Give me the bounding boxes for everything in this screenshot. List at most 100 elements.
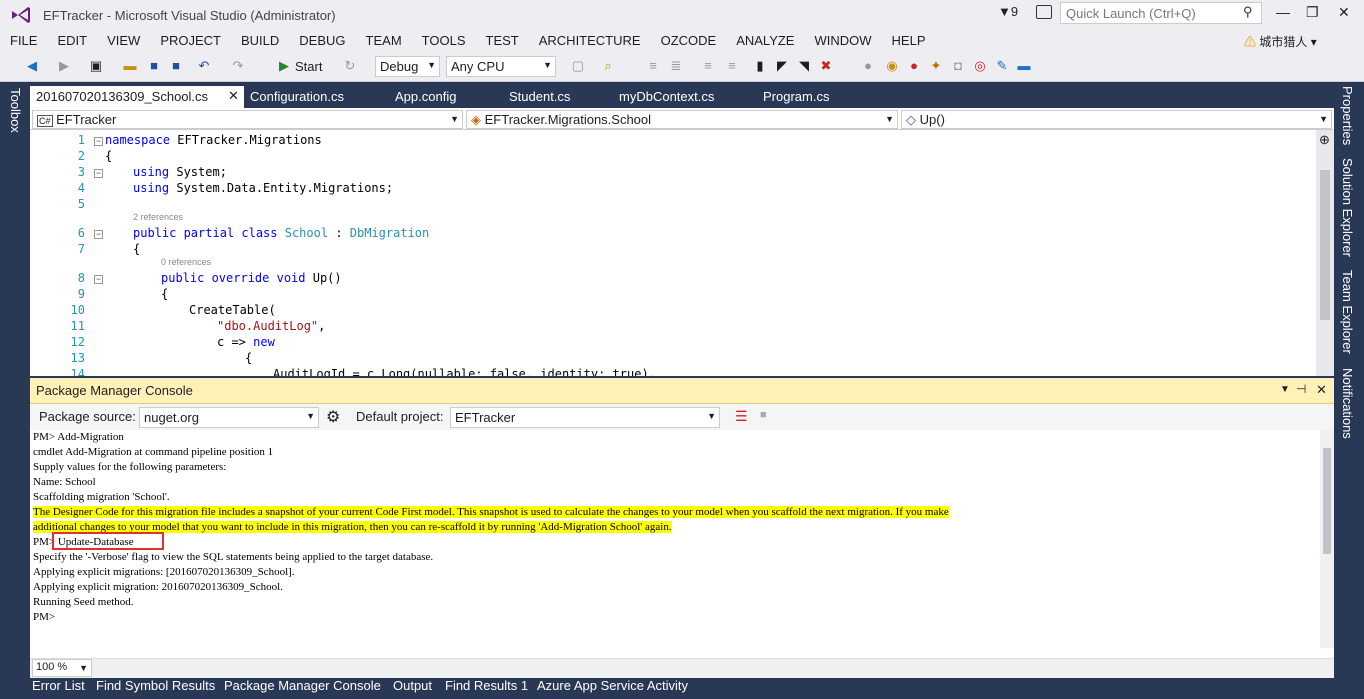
- ozcode-trace-icon[interactable]: ◎: [972, 58, 988, 74]
- forward-icon[interactable]: ▶: [56, 58, 72, 74]
- maximize-button[interactable]: ❐: [1306, 4, 1319, 21]
- back-icon[interactable]: ◀: [24, 58, 40, 74]
- tab-label: myDbContext.cs: [619, 89, 715, 104]
- panel-close-icon[interactable]: ✕: [1316, 382, 1327, 398]
- menu-window[interactable]: WINDOW: [804, 30, 881, 48]
- new-project-icon[interactable]: ▣: [88, 58, 104, 74]
- notification-count: 9: [1010, 4, 1019, 19]
- refresh-icon[interactable]: ↻: [342, 58, 358, 74]
- codelens-references[interactable]: 2 references: [133, 212, 183, 222]
- open-file-icon[interactable]: ▬: [122, 58, 138, 74]
- fold-toggle[interactable]: −: [94, 169, 103, 178]
- panel-menu-icon[interactable]: ▼: [1280, 384, 1290, 395]
- menu-build[interactable]: BUILD: [231, 30, 289, 48]
- fold-toggle[interactable]: −: [94, 275, 103, 284]
- configuration-select[interactable]: Debug ▼: [375, 56, 440, 77]
- team-explorer-tab[interactable]: Team Explorer: [1340, 270, 1355, 354]
- ozcode-magic-icon[interactable]: ✦: [928, 58, 944, 74]
- tab-student[interactable]: Student.cs: [503, 86, 576, 108]
- tab-school-migration[interactable]: 201607020136309_School.cs ✕: [30, 86, 244, 108]
- start-button[interactable]: Start: [295, 59, 322, 74]
- undo-icon[interactable]: ↶: [196, 58, 212, 74]
- console-output[interactable]: PM> Add-Migration cmdlet Add-Migration a…: [30, 430, 1320, 648]
- zoom-select[interactable]: 100 % ▼: [32, 659, 92, 677]
- split-icon[interactable]: ⊕: [1319, 132, 1330, 148]
- platform-select[interactable]: Any CPU ▼: [446, 56, 556, 77]
- project-dropdown[interactable]: C# EFTracker ▼: [32, 110, 463, 129]
- tab-output[interactable]: Output: [389, 678, 436, 693]
- start-icon[interactable]: ▶: [276, 58, 292, 74]
- fold-toggle[interactable]: −: [94, 230, 103, 239]
- find-icon[interactable]: ⌕: [600, 58, 616, 74]
- menu-help[interactable]: HELP: [882, 30, 936, 48]
- close-tab-icon[interactable]: ✕: [228, 88, 239, 104]
- tab-configuration[interactable]: Configuration.cs: [244, 86, 350, 108]
- tab-program[interactable]: Program.cs: [757, 86, 835, 108]
- menu-file[interactable]: FILE: [0, 30, 47, 48]
- type-dropdown[interactable]: ◈ EFTracker.Migrations.School ▼: [466, 110, 898, 129]
- attach-clip-icon[interactable]: ✎: [994, 58, 1010, 74]
- member-dropdown[interactable]: ◇ Up() ▼: [901, 110, 1332, 129]
- user-account[interactable]: ⚠ 城市猎人 ▾: [1244, 33, 1317, 50]
- tab-azure-app-service-activity[interactable]: Azure App Service Activity: [533, 678, 692, 693]
- menu-tools[interactable]: TOOLS: [412, 30, 476, 48]
- code-line: {: [105, 149, 113, 163]
- tab-find-symbol-results[interactable]: Find Symbol Results: [92, 678, 219, 693]
- prev-bookmark-icon[interactable]: ◤: [774, 58, 790, 74]
- toolbox-tab[interactable]: Toolbox: [8, 88, 23, 133]
- pin-icon[interactable]: ⊣: [1296, 382, 1306, 396]
- next-bookmark-icon[interactable]: ◥: [796, 58, 812, 74]
- tab-find-results-1[interactable]: Find Results 1: [441, 678, 532, 693]
- tab-error-list[interactable]: Error List: [28, 678, 89, 693]
- code-editor[interactable]: 1 2 3 4 5 6 7 8 9 10 11 12 13 14 − − − −…: [30, 130, 1334, 376]
- quick-launch-input[interactable]: Quick Launch (Ctrl+Q): [1060, 2, 1262, 24]
- save-icon[interactable]: ■: [146, 58, 162, 74]
- stop-icon[interactable]: ■: [760, 409, 767, 421]
- menu-analyze[interactable]: ANALYZE: [726, 30, 804, 48]
- menu-project[interactable]: PROJECT: [150, 30, 231, 48]
- notifications-tab[interactable]: Notifications: [1340, 368, 1355, 439]
- tab-mydbcontext[interactable]: myDbContext.cs: [613, 86, 720, 108]
- menu-architecture[interactable]: ARCHITECTURE: [529, 30, 651, 48]
- solution-explorer-tab[interactable]: Solution Explorer: [1340, 158, 1355, 257]
- settings-gear-icon[interactable]: ⚙: [326, 407, 340, 427]
- camera-icon[interactable]: ◘: [950, 58, 966, 74]
- default-project-select[interactable]: EFTracker ▼: [450, 407, 720, 428]
- chat-icon[interactable]: ▬: [1016, 58, 1032, 74]
- feedback-icon[interactable]: [1036, 5, 1052, 19]
- comment-icon[interactable]: ≡: [700, 58, 716, 74]
- search-icon[interactable]: ⚲: [1243, 4, 1253, 20]
- menu-debug[interactable]: DEBUG: [289, 30, 355, 48]
- close-button[interactable]: ✕: [1338, 4, 1350, 21]
- save-all-icon[interactable]: ■: [168, 58, 184, 74]
- console-prompt[interactable]: PM>: [33, 611, 55, 623]
- menu-team[interactable]: TEAM: [356, 30, 412, 48]
- minimize-button[interactable]: —: [1276, 4, 1290, 20]
- tab-app-config[interactable]: App.config: [389, 86, 462, 108]
- console-scrollbar[interactable]: [1320, 430, 1334, 648]
- menu-view[interactable]: VIEW: [97, 30, 150, 48]
- align-icon[interactable]: ≡: [645, 58, 661, 74]
- attach-icon[interactable]: ▢: [570, 58, 586, 74]
- bookmark-icon[interactable]: ▮: [752, 58, 768, 74]
- tab-package-manager-console[interactable]: Package Manager Console: [220, 678, 385, 693]
- ozcode-eye-icon[interactable]: ◉: [884, 58, 900, 74]
- scroll-thumb[interactable]: [1323, 448, 1331, 554]
- properties-tab[interactable]: Properties: [1340, 86, 1355, 145]
- clear-console-icon[interactable]: ☰: [735, 408, 748, 425]
- scroll-thumb[interactable]: [1320, 170, 1330, 320]
- menu-edit[interactable]: EDIT: [47, 30, 97, 48]
- ozcode-reveal-icon[interactable]: ●: [906, 58, 922, 74]
- codelens-references[interactable]: 0 references: [161, 257, 211, 267]
- fold-toggle[interactable]: −: [94, 137, 103, 146]
- clear-bookmarks-icon[interactable]: ✖: [818, 58, 834, 74]
- breakpoint-icon[interactable]: ●: [860, 58, 876, 74]
- redo-icon[interactable]: ↷: [230, 58, 246, 74]
- uncomment-icon[interactable]: ≡: [724, 58, 740, 74]
- package-source-select[interactable]: nuget.org ▼: [139, 407, 319, 428]
- menu-test[interactable]: TEST: [476, 30, 529, 48]
- editor-scrollbar[interactable]: ⊕: [1316, 130, 1334, 376]
- indent-icon[interactable]: ≣: [668, 58, 684, 74]
- notifications-flag[interactable]: ▼9: [998, 4, 1018, 19]
- menu-ozcode[interactable]: OZCODE: [651, 30, 727, 48]
